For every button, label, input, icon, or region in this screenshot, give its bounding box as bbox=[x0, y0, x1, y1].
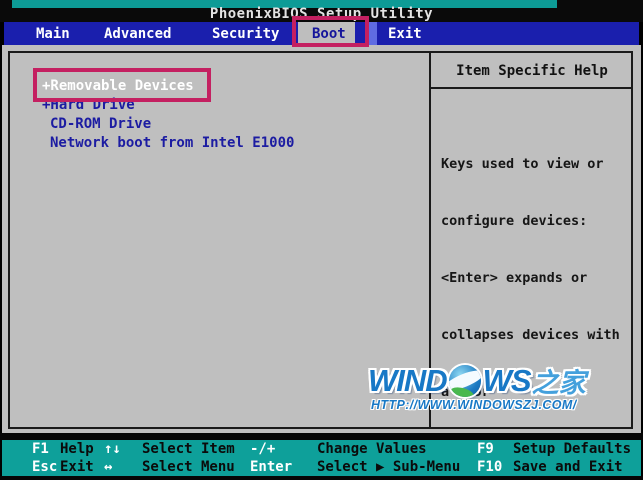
windowszj-watermark-logo: WIND WS 之家 bbox=[368, 361, 586, 400]
bottom-black-strip bbox=[0, 476, 643, 480]
key-enter: Enter bbox=[250, 459, 293, 475]
bios-setup-screen: PhoenixBIOS Setup Utility Main Advanced … bbox=[0, 0, 643, 480]
key-updown-icon: ↑↓ bbox=[104, 441, 121, 457]
tab-security[interactable]: Security bbox=[212, 26, 279, 42]
legend-top-separator bbox=[0, 433, 643, 440]
label-select-item: Select Item bbox=[142, 441, 235, 457]
watermark-brand-suffix: WS bbox=[482, 362, 532, 398]
key-minus-plus: -/+ bbox=[250, 441, 276, 457]
boot-tab-annotation-box bbox=[292, 16, 369, 47]
help-panel-text: Keys used to view or configure devices: … bbox=[441, 117, 633, 480]
label-select-submenu: Select ▶ Sub-Menu bbox=[317, 459, 461, 475]
watermark-brand-cn: 之家 bbox=[531, 368, 586, 398]
label-change-values: Change Values bbox=[317, 441, 427, 457]
boot-item-network-boot[interactable]: Network boot from Intel E1000 bbox=[42, 135, 294, 154]
removable-devices-annotation-box bbox=[33, 68, 211, 102]
label-help: Help bbox=[60, 441, 94, 457]
tab-exit[interactable]: Exit bbox=[388, 26, 422, 42]
label-select-menu: Select Menu bbox=[142, 459, 235, 475]
label-setup-defaults: Setup Defaults bbox=[513, 441, 632, 457]
key-f9: F9 bbox=[477, 441, 494, 457]
boot-item-cdrom-drive[interactable]: CD-ROM Drive bbox=[42, 116, 151, 135]
windowszj-watermark-url: HTTP://WWW.WINDOWSZJ.COM/ bbox=[371, 398, 577, 412]
label-save-and-exit: Save and Exit bbox=[513, 459, 623, 475]
help-line: configure devices: bbox=[441, 213, 588, 229]
tab-advanced[interactable]: Advanced bbox=[104, 26, 171, 42]
watermark-brand-prefix: WIND bbox=[368, 362, 448, 398]
key-f1: F1 bbox=[32, 441, 49, 457]
label-exit: Exit bbox=[60, 459, 94, 475]
key-esc: Esc bbox=[32, 459, 58, 475]
tab-main[interactable]: Main bbox=[36, 26, 70, 42]
key-leftright-icon: ↔ bbox=[104, 459, 113, 475]
tab-edge-stripe bbox=[368, 22, 377, 45]
help-line: collapses devices with bbox=[441, 327, 620, 343]
help-line: Keys used to view or bbox=[441, 156, 604, 172]
help-line: <Enter> expands or bbox=[441, 270, 588, 286]
help-panel-separator bbox=[431, 87, 633, 89]
help-panel-title: Item Specific Help bbox=[456, 63, 608, 79]
globe-icon bbox=[448, 364, 481, 397]
key-f10: F10 bbox=[477, 459, 503, 475]
